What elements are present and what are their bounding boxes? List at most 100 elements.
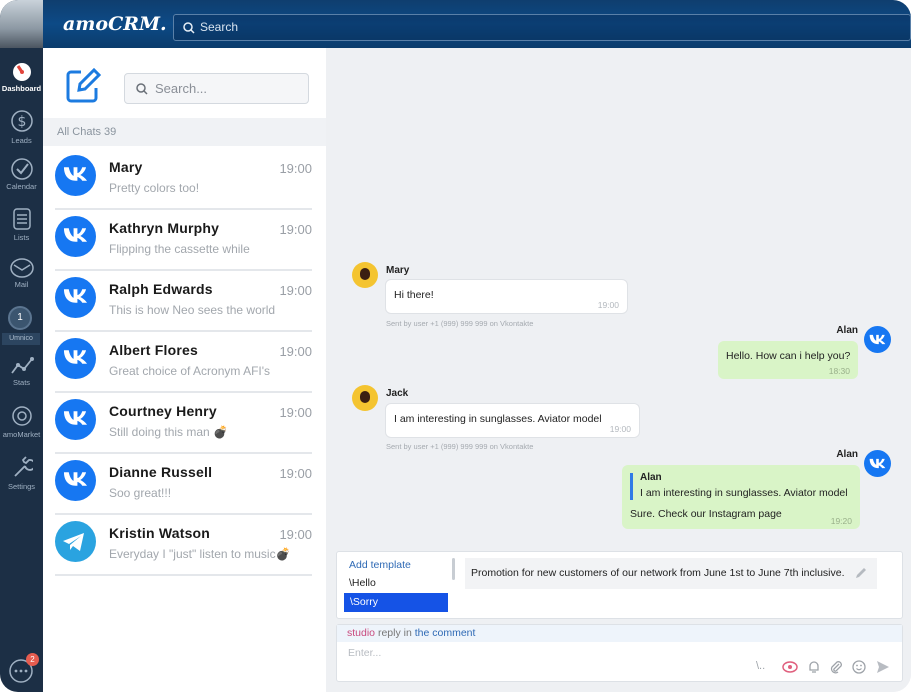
vk-icon [55,155,96,196]
message-sender: Alan [836,449,858,460]
message-sender: Mary [386,265,410,276]
compose-button[interactable] [65,67,102,104]
reply-context: studio reply in the comment [337,625,902,642]
user-photo[interactable] [0,0,43,48]
rail-label: Calendar [6,182,37,191]
chat-preview: Great choice of Acronym AFI's [109,364,271,378]
top-bar: amoCRM. Search [43,0,911,48]
template-preview: Promotion for new customers of our netwo… [465,558,877,589]
chat-list-item[interactable]: Courtney Henry 19:00 Still doing this man … [43,393,326,454]
chat-time: 19:00 [279,222,312,237]
add-template-link[interactable]: Add template [349,559,411,571]
dollar-icon: $ [10,110,33,132]
vk-icon [864,326,891,353]
check-circle-icon [10,158,33,180]
message-source: Sent by user +1 (999) 999 999 on Vkontak… [386,319,534,328]
rail-label: Stats [12,378,31,387]
emoji-icon[interactable] [852,660,866,674]
chat-list-item[interactable]: Kristin Watson 19:00 Everyday I "just" lis… [43,515,326,576]
global-search[interactable]: Search [173,14,911,41]
rail-label: Dashboard [1,84,42,93]
quote-bar [630,473,633,500]
chat-preview: This is how Neo sees the world [109,303,276,317]
chat-search-input[interactable]: Search... [124,73,309,104]
template-item-selected[interactable]: \Sorry [344,593,448,612]
chat-name: Ralph Edwards [109,281,213,297]
paperclip-icon[interactable] [830,660,842,674]
vk-icon [55,277,96,318]
mail-icon [9,258,34,278]
pencil-icon[interactable] [855,567,867,579]
chat-list-item[interactable]: Mary 19:00 Pretty colors too! [43,149,326,210]
rail-leads[interactable]: $ Leads [0,108,43,145]
chat-list-item[interactable]: Ralph Edwards 19:00 This is how Neo sees t… [43,271,326,332]
quote-text: I am interesting in sunglasses. Aviator … [640,487,848,499]
chat-launcher[interactable]: 2 [8,653,39,685]
message-input[interactable]: Enter... [348,647,381,659]
message-time: 19:00 [597,300,619,310]
app-logo: amoCRM. [63,13,167,35]
all-chats-label: All Chats [57,126,102,138]
chat-name: Dianne Russell [109,464,213,480]
chat-list-item[interactable]: Dianne Russell 19:00 Soo great!!! [43,454,326,515]
message-time: 19:20 [830,516,852,526]
chat-list-item[interactable]: Albert Flores 19:00 Great choice of Acrony… [43,332,326,393]
search-icon [136,83,148,95]
message-bubble: Alan I am interesting in sunglasses. Avi… [622,465,860,529]
chat-time: 19:00 [279,527,312,542]
rail-label: Leads [11,136,32,145]
rail-label: Lists [13,233,30,242]
send-icon[interactable] [876,660,890,674]
chat-preview: Flipping the cassette while [109,242,250,256]
reply-target[interactable]: the comment [415,627,476,639]
umnico-label[interactable]: Umnico [2,333,40,345]
vk-icon [55,460,96,501]
templates-scrollbar[interactable] [452,558,455,580]
rail-label: Settings [7,482,36,491]
quote-author: Alan [640,472,662,483]
list-icon [12,208,31,230]
market-icon [11,406,32,426]
template-shortcut[interactable]: \.. [756,660,765,672]
rail-stats[interactable]: Stats [0,356,43,387]
chat-name: Courtney Henry [109,403,217,419]
chat-name: Mary [109,159,143,175]
rail-label: Mail [14,280,29,289]
message-bubble: I am interesting in sunglasses. Aviator … [385,403,640,438]
rail-dashboard[interactable]: Dashboard [0,62,43,93]
rail-calendar[interactable]: Calendar [0,158,43,191]
all-chats-header[interactable]: All Chats 39 [43,118,326,146]
chat-name: Albert Flores [109,342,198,358]
rail-amomarket[interactable]: amoMarket [0,404,43,439]
chat-list-item[interactable]: Kathryn Murphy 19:00 Flipping the cassette… [43,210,326,271]
search-icon [183,22,195,34]
stats-icon [10,357,34,374]
chat-time: 19:00 [279,161,312,176]
rail-mail[interactable]: Mail [0,258,43,289]
message-bubble: Hi there! 19:00 [385,279,628,314]
telegram-icon [55,521,96,562]
message-time: 18:30 [828,366,850,376]
vk-icon [864,450,891,477]
bell-icon[interactable] [808,660,820,674]
vk-icon [55,216,96,257]
message-text: Hi there! [394,289,434,301]
rail-lists[interactable]: Lists [0,207,43,242]
avatar [352,385,378,411]
avatar [352,262,378,288]
message-text: Hello. How can i help you? [726,350,851,362]
chat-preview: Everyday I "just" listen to music💣 [109,547,291,561]
umnico-badge[interactable]: 1 [8,306,32,330]
eye-icon[interactable] [782,661,798,673]
chat-time: 19:00 [279,405,312,420]
message-time: 19:00 [609,424,631,434]
chat-name: Kathryn Murphy [109,220,220,236]
template-item[interactable]: \Hello [349,577,376,589]
chat-list-panel: Search... All Chats 39 Mary 19:00 Pretty co… [43,48,326,692]
chat-time: 19:00 [279,466,312,481]
reply-user[interactable]: studio [347,627,375,639]
rail-settings[interactable]: Settings [0,456,43,491]
message-text: I am interesting in sunglasses. Aviator … [394,413,602,425]
conversation-panel: Mary Hi there! 19:00 Sent by user +1 (99… [326,48,911,692]
message-sender: Alan [836,325,858,336]
